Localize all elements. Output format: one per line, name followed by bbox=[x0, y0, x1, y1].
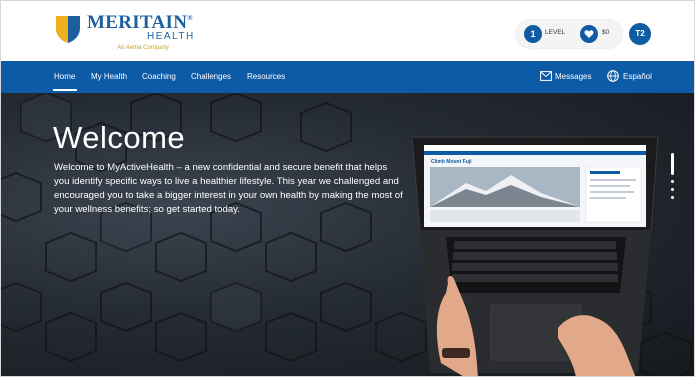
carousel-indicator[interactable] bbox=[671, 153, 674, 204]
shield-logo-icon bbox=[56, 16, 80, 43]
messages-label: Messages bbox=[555, 72, 592, 81]
nav-item-my-health[interactable]: My Health bbox=[91, 72, 127, 81]
header: MERITAIN® HEALTH An Aetna Company 1 LEVE… bbox=[1, 1, 694, 61]
points-value: $0 bbox=[602, 29, 610, 36]
hero-banner: Welcome Welcome to MyActiveHealth – a ne… bbox=[1, 93, 694, 376]
user-stats-pill[interactable]: 1 LEVEL $0 bbox=[516, 20, 622, 48]
heart-icon bbox=[580, 25, 598, 43]
globe-icon bbox=[607, 70, 619, 82]
language-label: Español bbox=[623, 72, 652, 81]
user-avatar[interactable]: T2 bbox=[629, 23, 651, 45]
main-nav: Home My Health Coaching Challenges Resou… bbox=[1, 61, 694, 93]
brand-logo[interactable]: MERITAIN® HEALTH An Aetna Company bbox=[55, 12, 195, 54]
nav-item-resources[interactable]: Resources bbox=[247, 72, 285, 81]
app-window: MERITAIN® HEALTH An Aetna Company 1 LEVE… bbox=[0, 0, 695, 377]
brand-tagline: An Aetna Company bbox=[117, 45, 169, 51]
level-label: LEVEL bbox=[545, 29, 566, 36]
level-badge: 1 bbox=[524, 25, 542, 43]
welcome-heading: Welcome bbox=[53, 120, 186, 155]
nav-item-coaching[interactable]: Coaching bbox=[142, 72, 176, 81]
carousel-dot[interactable] bbox=[671, 180, 674, 183]
carousel-dot[interactable] bbox=[671, 188, 674, 191]
screen-title: Climb Mount Fuji bbox=[431, 159, 472, 165]
laptop-illustration: Climb Mount Fuji bbox=[411, 136, 659, 376]
nav-item-home[interactable]: Home bbox=[54, 72, 75, 81]
welcome-text: Welcome to MyActiveHealth – a new confid… bbox=[54, 162, 403, 215]
carousel-dot[interactable] bbox=[671, 196, 674, 199]
carousel-dot-active[interactable] bbox=[671, 153, 674, 175]
active-tab-indicator bbox=[53, 89, 77, 91]
envelope-icon bbox=[540, 71, 552, 81]
nav-item-challenges[interactable]: Challenges bbox=[191, 72, 231, 81]
brand-subname: HEALTH bbox=[147, 31, 195, 42]
